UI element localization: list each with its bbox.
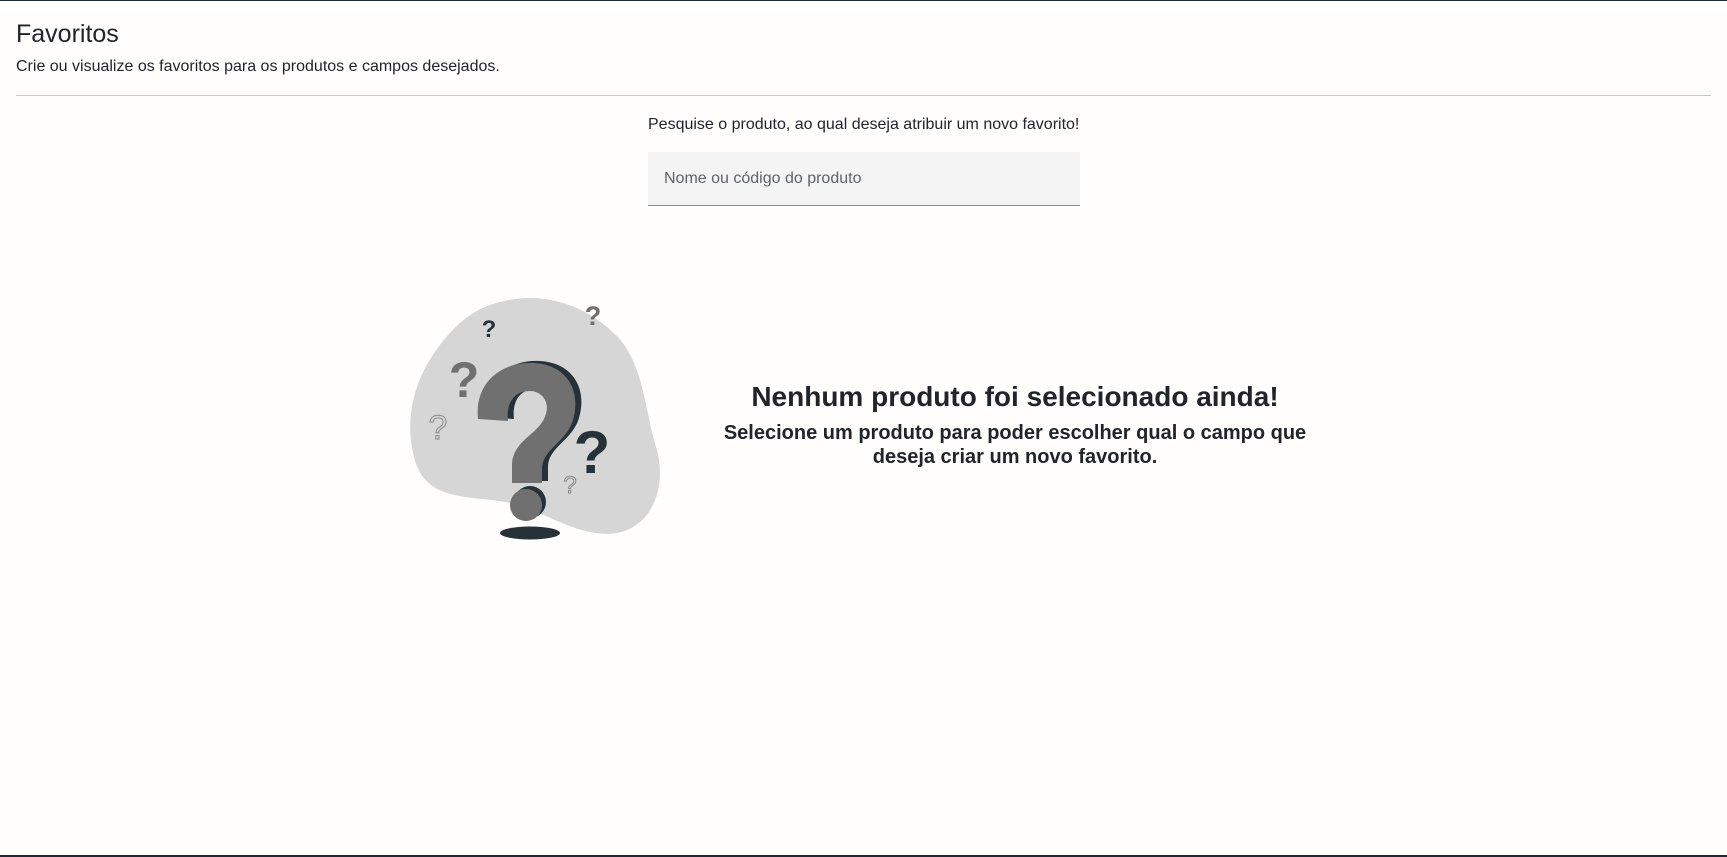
empty-state-description: Selecione um produto para poder escolher…: [723, 422, 1307, 468]
product-search-section: Pesquise o produto, ao qual deseja atrib…: [648, 115, 1080, 206]
page-subtitle: Crie ou visualize os favoritos para os p…: [16, 58, 500, 75]
empty-state-message: Nenhum produto foi selecionado ainda! Se…: [690, 379, 1340, 469]
page-header: Favoritos Crie ou visualize os favoritos…: [16, 19, 1711, 77]
question-marks-illustration: ? ? ? ? ? ?: [410, 298, 660, 540]
header-divider: [16, 95, 1711, 96]
question-icon-dark-right: ?: [574, 419, 611, 486]
empty-state-title: Nenhum produto foi selecionado ainda!: [751, 381, 1279, 412]
question-icon-grey-top: ?: [585, 301, 602, 331]
question-shadow: [500, 526, 560, 540]
question-icon-grey-left: ?: [449, 352, 480, 408]
search-prompt: Pesquise o produto, ao qual deseja atrib…: [648, 116, 1080, 133]
question-icon-outline-left: ?: [429, 409, 448, 447]
question-icon-outline-small: ?: [563, 472, 576, 499]
question-icon-dark-small: ?: [482, 316, 497, 343]
product-search-input[interactable]: [648, 152, 1080, 206]
page-title: Favoritos: [16, 20, 119, 48]
